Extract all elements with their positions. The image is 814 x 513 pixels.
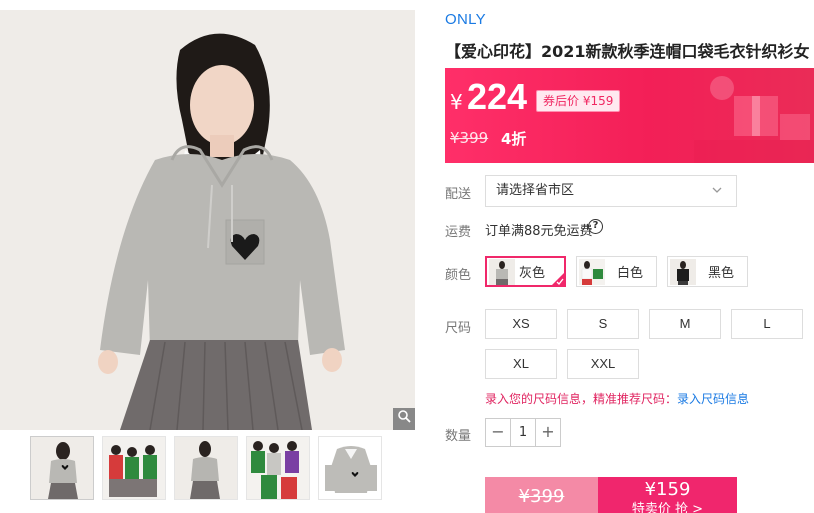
size-option-xxl[interactable]: XXL <box>567 349 639 379</box>
buy-coupon-price: ¥159 <box>644 479 691 500</box>
quantity-label: 数量 <box>445 429 472 444</box>
size-label: 尺码 <box>445 321 472 336</box>
question-circle-icon[interactable]: ? <box>588 219 603 234</box>
original-price: ¥399 <box>450 129 489 147</box>
gray-swatch-thumb <box>489 258 515 285</box>
model-photo <box>0 10 415 430</box>
magnifier-icon[interactable] <box>393 408 415 430</box>
thumbnail-4[interactable] <box>246 436 310 500</box>
size-hint-text: 录入您的尺码信息，精准推荐尺码： <box>485 392 678 406</box>
color-label: 颜色 <box>445 268 472 283</box>
discount-badge: 4折 <box>501 130 527 148</box>
thumbnail-strip <box>30 436 382 500</box>
shipping-info: 订单满88元免运费 <box>485 224 593 239</box>
delivery-label: 配送 <box>445 187 472 202</box>
buy-coupon-price-button[interactable]: ¥159 特卖价 抢 > <box>598 477 737 513</box>
color-option-gray[interactable]: 灰色 <box>485 256 566 287</box>
color-option-black[interactable]: 黑色 <box>667 256 748 287</box>
thumbnail-1[interactable] <box>30 436 94 500</box>
checkmark-corner-icon <box>551 272 565 286</box>
delivery-region-select[interactable]: 请选择省市区 <box>485 175 737 207</box>
coupon-price-tag[interactable]: 券后价 ¥159 <box>536 90 621 112</box>
product-title: 【爱心印花】2021新款秋季连帽口袋毛衣针织衫女 <box>445 42 810 61</box>
enter-size-info-link[interactable]: 录入尺码信息 <box>677 392 749 406</box>
size-option-l[interactable]: L <box>731 309 803 339</box>
chevron-down-icon <box>712 187 722 193</box>
quantity-value[interactable]: 1 <box>510 419 536 446</box>
size-option-s[interactable]: S <box>567 309 639 339</box>
size-option-xl[interactable]: XL <box>485 349 557 379</box>
color-option-label: 黑色 <box>708 266 735 281</box>
delivery-placeholder: 请选择省市区 <box>496 183 575 198</box>
current-price: 224 <box>467 76 528 117</box>
color-option-label: 白色 <box>617 266 644 281</box>
buy-original-price-button[interactable]: ¥399 <box>485 477 598 513</box>
size-option-xs[interactable]: XS <box>485 309 557 339</box>
brand-name[interactable]: ONLY <box>445 11 486 28</box>
black-swatch-thumb <box>670 258 696 285</box>
buy-button-group: ¥399 ¥159 特卖价 抢 > <box>485 477 737 513</box>
size-recommendation-hint: 录入您的尺码信息，精准推荐尺码：录入尺码信息 <box>485 390 749 407</box>
minus-button[interactable]: − <box>486 419 510 446</box>
white-swatch-thumb <box>579 258 605 285</box>
thumbnail-5[interactable] <box>318 436 382 500</box>
thumbnail-2[interactable] <box>102 436 166 500</box>
gift-decoration-icon <box>694 76 814 163</box>
shipping-label: 运费 <box>445 225 472 240</box>
color-option-label: 灰色 <box>519 266 546 281</box>
thumbnail-3[interactable] <box>174 436 238 500</box>
color-option-white[interactable]: 白色 <box>576 256 657 287</box>
plus-button[interactable]: + <box>536 419 560 446</box>
size-option-m[interactable]: M <box>649 309 721 339</box>
quantity-stepper: − 1 + <box>485 418 561 447</box>
buy-coupon-text: 特卖价 抢 > <box>631 502 704 513</box>
product-main-image[interactable] <box>0 10 415 430</box>
price-banner: ¥ 224 券后价 ¥159 ¥399 4折 <box>445 68 814 163</box>
currency-symbol: ¥ <box>450 90 463 114</box>
